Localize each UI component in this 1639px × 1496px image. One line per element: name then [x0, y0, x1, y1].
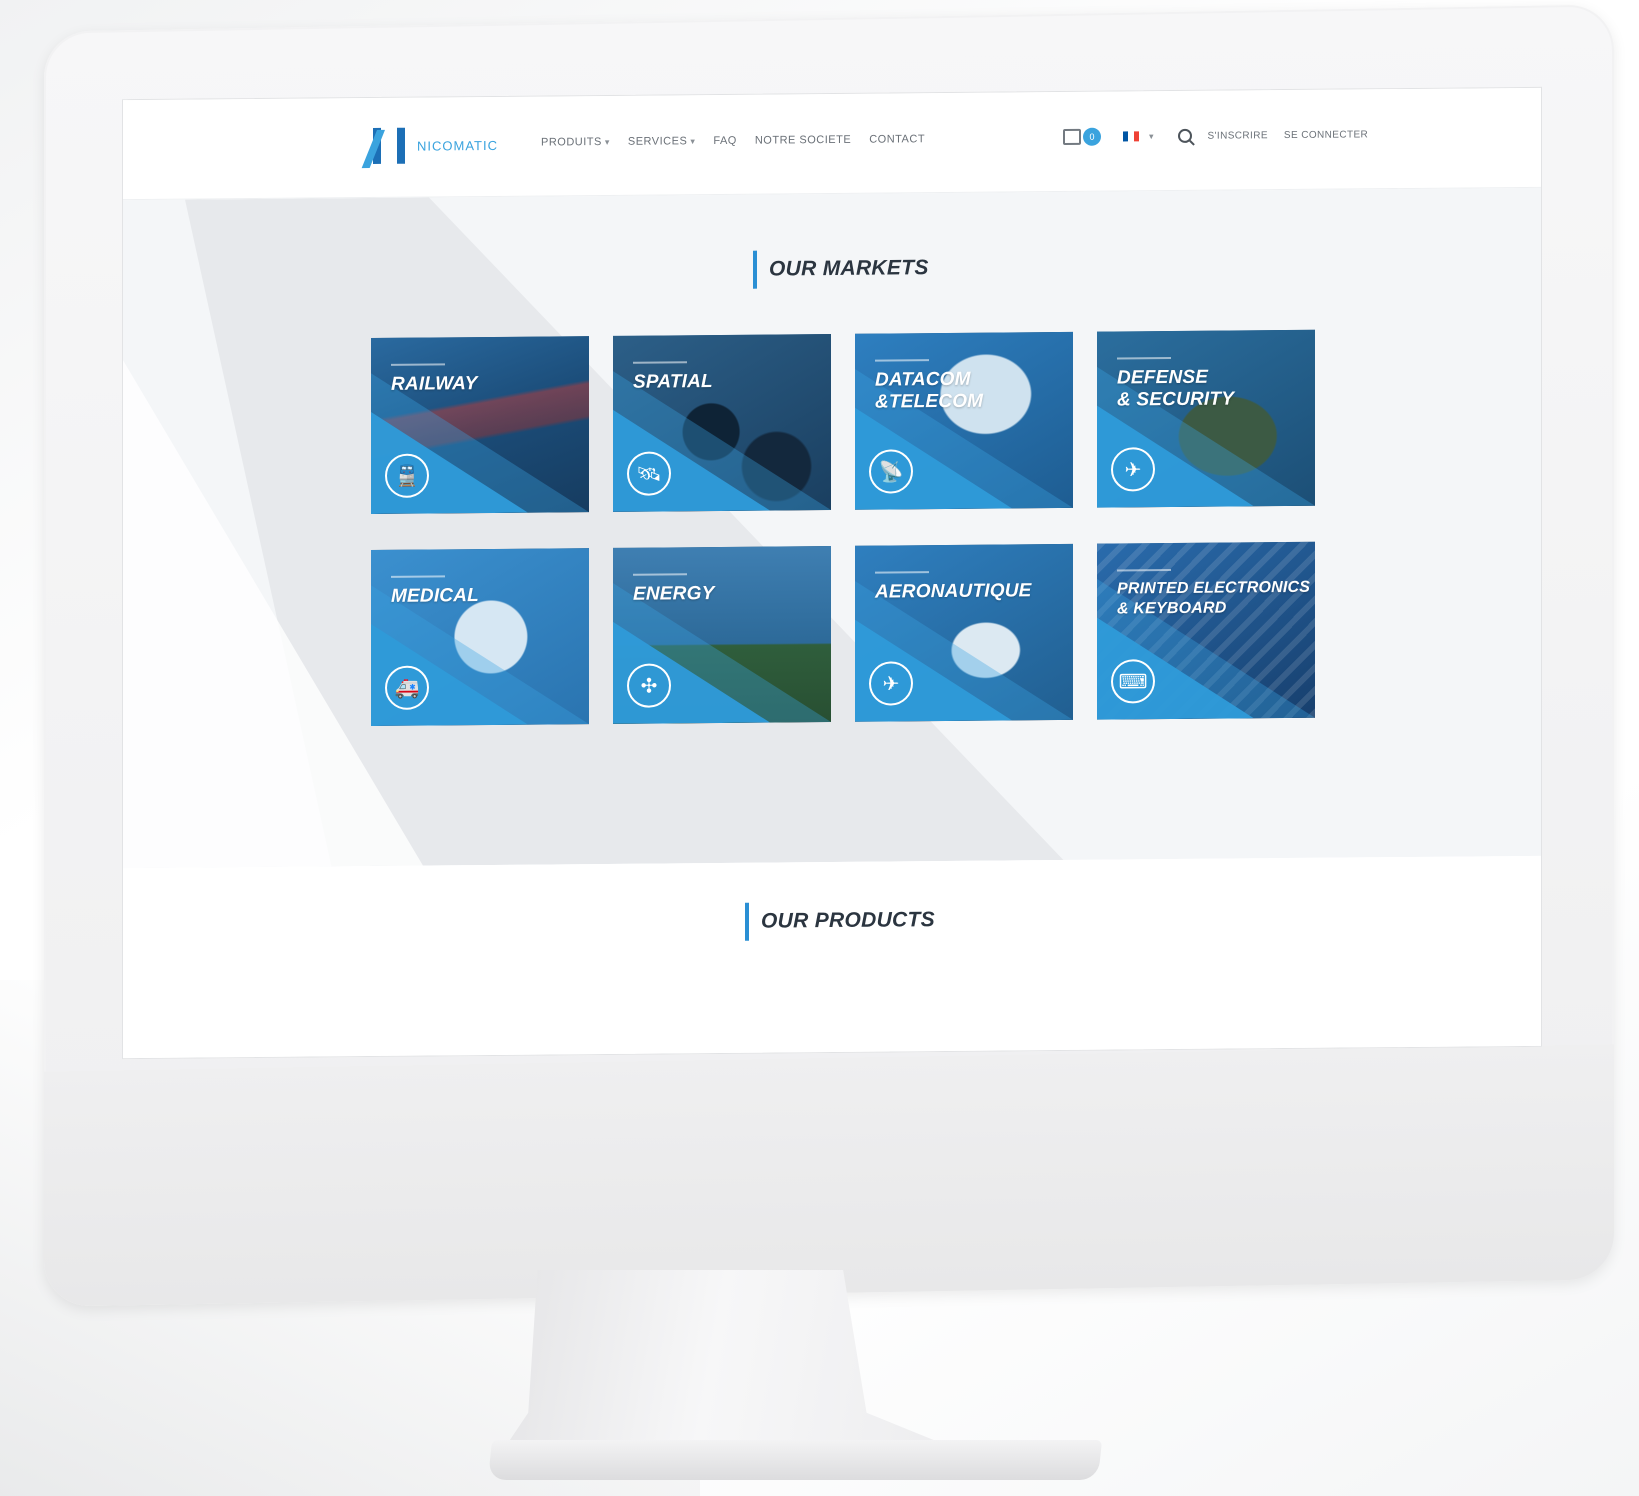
- nav-item-label: PRODUITS: [541, 136, 602, 149]
- login-link[interactable]: SE CONNECTER: [1284, 129, 1368, 141]
- language-flag-icon[interactable]: [1123, 131, 1139, 142]
- cart-button[interactable]: 0: [1063, 127, 1101, 146]
- market-title: AERONAUTIQUE: [875, 580, 1032, 603]
- market-title: RAILWAY: [391, 373, 478, 395]
- market-title: ENERGY: [633, 583, 715, 605]
- market-tile-aeronautique[interactable]: AERONAUTIQUE ✈: [855, 543, 1073, 722]
- chevron-down-icon[interactable]: ▾: [1149, 131, 1154, 142]
- chevron-down-icon: ▾: [604, 136, 610, 147]
- monitor-stand-foot: [487, 1440, 1103, 1480]
- header-actions: 0 ▾ S'INSCRIRE SE CONNECTER: [1063, 125, 1368, 146]
- plane-icon: ✈: [869, 661, 913, 706]
- keyboard-icon: ⌨: [1111, 659, 1155, 704]
- nav-item-label: NOTRE SOCIETE: [754, 133, 852, 147]
- markets-section: OUR MARKETS RAILWAY 🚆 SPATIAL 🛰 DATACOM …: [123, 187, 1541, 869]
- nav-item-label: SERVICES: [627, 135, 688, 148]
- logo-text: NICOMATIC: [417, 137, 498, 154]
- market-tile-defense-security[interactable]: DEFENSE & SECURITY ✈: [1097, 329, 1315, 508]
- markets-title: OUR MARKETS: [769, 256, 929, 281]
- market-tile-medical[interactable]: MEDICAL 🚑: [371, 548, 589, 727]
- cart-count-badge: 0: [1083, 127, 1101, 146]
- monitor-chin: [44, 1044, 1614, 1307]
- search-icon[interactable]: [1177, 128, 1192, 143]
- nav-item-notre-societe[interactable]: NOTRE SOCIETE: [755, 134, 851, 147]
- nav-item-faq[interactable]: FAQ: [713, 135, 737, 147]
- wind-turbine-icon: ✣: [627, 663, 671, 708]
- market-tile-spatial[interactable]: SPATIAL 🛰: [613, 334, 831, 512]
- market-tile-railway[interactable]: RAILWAY 🚆: [371, 336, 589, 515]
- nav-item-label: FAQ: [713, 134, 737, 148]
- jet-icon: ✈: [1111, 447, 1155, 492]
- market-title: SPATIAL: [633, 371, 713, 393]
- market-tile-printed-electronics-keyboard[interactable]: PRINTED ELECTRONICS & KEYBOARD ⌨: [1097, 541, 1315, 720]
- nav-item-produits[interactable]: PRODUITS ▾: [541, 136, 610, 149]
- market-title: MEDICAL: [391, 585, 479, 607]
- market-title: PRINTED ELECTRONICS & KEYBOARD: [1117, 578, 1311, 618]
- register-link[interactable]: S'INSCRIRE: [1208, 130, 1268, 142]
- heading-accent-bar: [745, 902, 749, 941]
- logo-icon: [361, 126, 405, 169]
- market-title: DATACOM &TELECOM: [875, 368, 984, 413]
- satellite-icon: 🛰: [627, 451, 671, 496]
- ambulance-icon: 🚑: [385, 665, 429, 710]
- train-icon: 🚆: [385, 453, 429, 498]
- markets-grid: RAILWAY 🚆 SPATIAL 🛰 DATACOM &TELECOM 📡 D…: [371, 329, 1315, 727]
- nav-item-contact[interactable]: CONTACT: [869, 133, 925, 145]
- products-title: OUR PRODUCTS: [761, 908, 935, 933]
- heading-accent-bar: [753, 250, 757, 289]
- nav-item-services[interactable]: SERVICES ▾: [628, 135, 695, 148]
- chevron-down-icon: ▾: [690, 136, 696, 147]
- antenna-icon: 📡: [869, 449, 913, 494]
- markets-heading: OUR MARKETS: [753, 249, 929, 289]
- products-section: OUR PRODUCTS: [123, 855, 1541, 1060]
- site-logo[interactable]: NICOMATIC: [361, 125, 498, 169]
- market-tile-energy[interactable]: ENERGY ✣: [613, 546, 831, 724]
- nav-item-label: CONTACT: [869, 133, 926, 146]
- products-heading: OUR PRODUCTS: [745, 901, 935, 941]
- website-screen: NICOMATIC PRODUITS ▾ SERVICES ▾ FAQ NOTRE …: [122, 86, 1542, 1060]
- site-header: NICOMATIC PRODUITS ▾ SERVICES ▾ FAQ NOTRE …: [123, 87, 1541, 201]
- main-nav: PRODUITS ▾ SERVICES ▾ FAQ NOTRE SOCIETE CO…: [541, 133, 925, 148]
- cart-icon: [1063, 128, 1081, 145]
- market-tile-datacom-telecom[interactable]: DATACOM &TELECOM 📡: [855, 331, 1073, 510]
- market-title: DEFENSE & SECURITY: [1117, 366, 1235, 411]
